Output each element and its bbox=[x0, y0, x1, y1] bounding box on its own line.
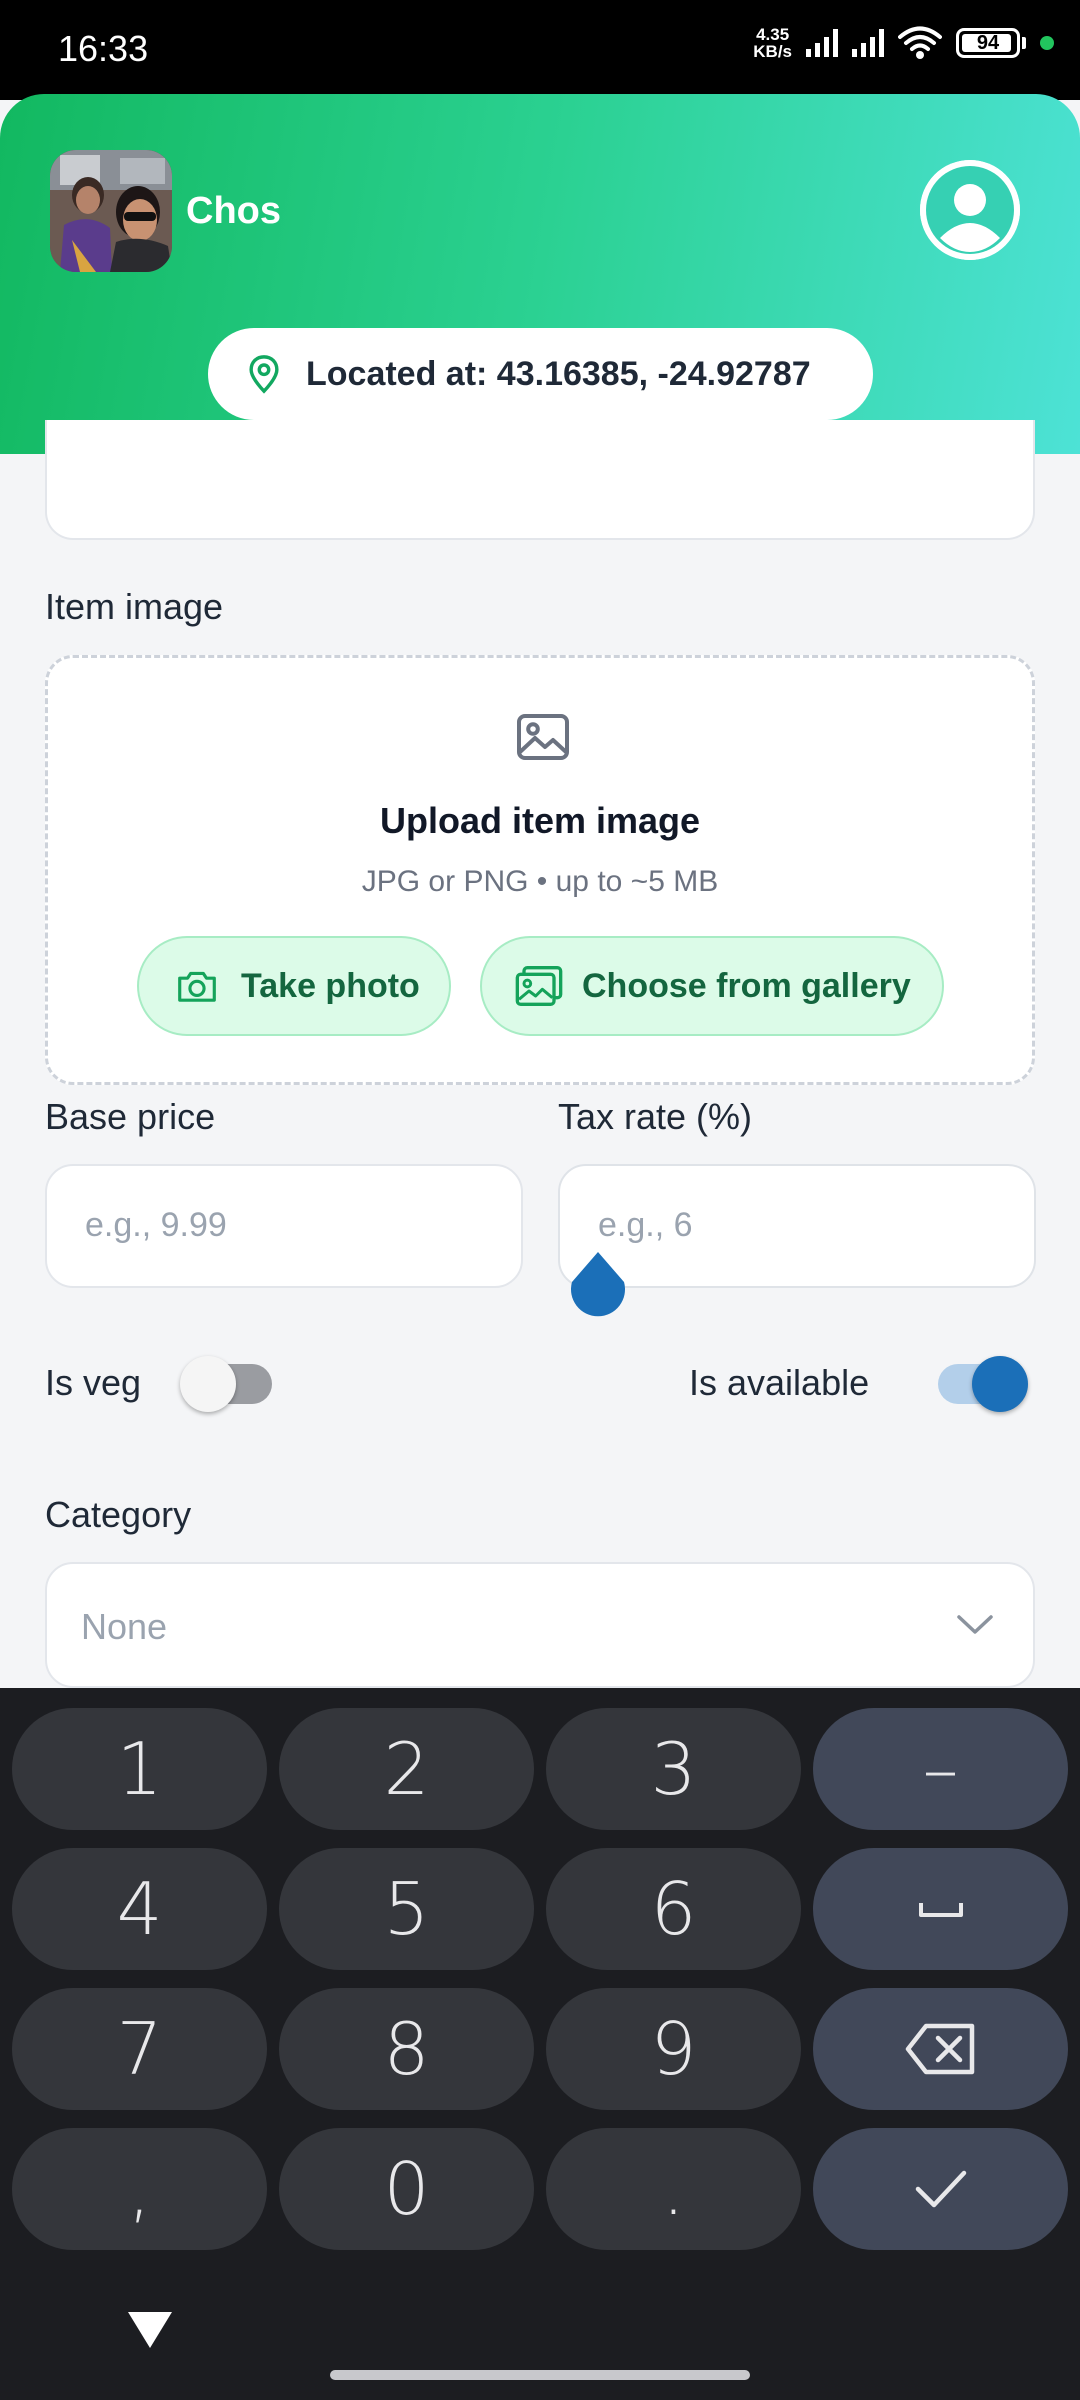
is-veg-label: Is veg bbox=[45, 1362, 142, 1403]
key-3[interactable]: 3 bbox=[546, 1708, 801, 1830]
is-veg-toggle-thumb bbox=[180, 1356, 236, 1412]
user-avatar[interactable] bbox=[50, 150, 172, 272]
location-text: Located at: 43.16385, -24.92787 bbox=[306, 354, 811, 393]
avatar-photo-image bbox=[50, 150, 172, 272]
status-icons: 4.35 KB/s 94 bbox=[753, 26, 1054, 60]
tax-rate-placeholder: e.g., 6 bbox=[598, 1206, 693, 1244]
key-6[interactable]: 6 bbox=[546, 1848, 801, 1970]
category-label: Category bbox=[45, 1494, 192, 1535]
key-enter[interactable] bbox=[813, 2128, 1068, 2250]
image-icon bbox=[517, 714, 569, 760]
key-1[interactable]: 1 bbox=[12, 1708, 267, 1830]
key-7[interactable]: 7 bbox=[12, 1988, 267, 2110]
key-2[interactable]: 2 bbox=[279, 1708, 534, 1830]
privacy-indicator-dot bbox=[1040, 36, 1054, 50]
screen: 16:33 4.35 KB/s 94 Chos Located at: 43.1… bbox=[0, 0, 1080, 2400]
app-header: Chos Located at: 43.16385, -24.92787 bbox=[0, 94, 1080, 454]
battery-icon: 94 bbox=[956, 28, 1020, 58]
person-icon bbox=[920, 160, 1020, 260]
take-photo-label: Take photo bbox=[241, 966, 420, 1005]
key-0[interactable]: 0 bbox=[279, 2128, 534, 2250]
key-9[interactable]: 9 bbox=[546, 1988, 801, 2110]
numeric-keyboard: 1 2 3 – 4 5 6 7 8 9 , 0 . bbox=[0, 1688, 1080, 2400]
choose-gallery-button[interactable]: Choose from gallery bbox=[480, 936, 944, 1036]
network-speed-unit: KB/s bbox=[753, 42, 792, 61]
category-select[interactable]: None bbox=[45, 1562, 1035, 1688]
key-4[interactable]: 4 bbox=[12, 1848, 267, 1970]
signal-icon-2 bbox=[852, 29, 884, 57]
signal-icon bbox=[806, 29, 838, 57]
key-comma[interactable]: , bbox=[12, 2128, 267, 2250]
is-veg-toggle[interactable] bbox=[180, 1356, 276, 1412]
battery-level: 94 bbox=[976, 31, 1000, 54]
text-cursor-handle[interactable] bbox=[569, 1252, 627, 1318]
gesture-navigation-bar[interactable] bbox=[330, 2370, 750, 2380]
user-name: Chos bbox=[186, 190, 281, 232]
key-8[interactable]: 8 bbox=[279, 1988, 534, 2110]
tax-rate-label: Tax rate (%) bbox=[558, 1096, 753, 1137]
checkmark-icon bbox=[915, 2170, 966, 2208]
upload-subtitle: JPG or PNG • up to ~5 MB bbox=[361, 865, 719, 898]
key-5[interactable]: 5 bbox=[279, 1848, 534, 1970]
profile-button[interactable] bbox=[920, 160, 1020, 260]
status-bar: 16:33 4.35 KB/s 94 bbox=[0, 0, 1080, 100]
space-icon bbox=[918, 1903, 963, 1917]
hide-keyboard-icon[interactable] bbox=[124, 2308, 176, 2352]
item-image-label: Item image bbox=[45, 586, 224, 627]
base-price-label: Base price bbox=[45, 1096, 216, 1137]
take-photo-button[interactable]: Take photo bbox=[137, 936, 451, 1036]
category-value: None bbox=[81, 1606, 168, 1647]
location-pill[interactable]: Located at: 43.16385, -24.92787 bbox=[208, 328, 873, 420]
key-backspace[interactable] bbox=[813, 1988, 1068, 2110]
camera-icon bbox=[178, 971, 216, 1002]
map-pin-icon bbox=[249, 355, 279, 394]
tax-rate-input[interactable]: e.g., 6 bbox=[558, 1164, 1036, 1288]
previous-field[interactable] bbox=[45, 420, 1035, 540]
network-speed: 4.35 KB/s bbox=[753, 26, 792, 60]
key-minus[interactable]: – bbox=[813, 1708, 1068, 1830]
base-price-placeholder: e.g., 9.99 bbox=[85, 1206, 227, 1244]
base-price-input[interactable]: e.g., 9.99 bbox=[45, 1164, 523, 1288]
battery-tip bbox=[1022, 37, 1026, 49]
status-time: 16:33 bbox=[58, 28, 149, 69]
key-space[interactable] bbox=[813, 1848, 1068, 1970]
network-speed-value: 4.35 bbox=[756, 25, 790, 44]
upload-title: Upload item image bbox=[379, 800, 701, 841]
backspace-icon bbox=[905, 2023, 974, 2075]
wifi-icon bbox=[898, 26, 942, 59]
gallery-icon bbox=[515, 966, 563, 1006]
is-available-label: Is available bbox=[689, 1362, 870, 1403]
key-period[interactable]: . bbox=[546, 2128, 801, 2250]
image-upload-area[interactable]: Upload item image JPG or PNG • up to ~5 … bbox=[45, 655, 1035, 1085]
is-available-toggle[interactable] bbox=[938, 1356, 1034, 1412]
is-available-toggle-thumb bbox=[972, 1356, 1028, 1412]
chevron-down-icon bbox=[957, 1615, 993, 1634]
choose-gallery-label: Choose from gallery bbox=[582, 966, 911, 1005]
